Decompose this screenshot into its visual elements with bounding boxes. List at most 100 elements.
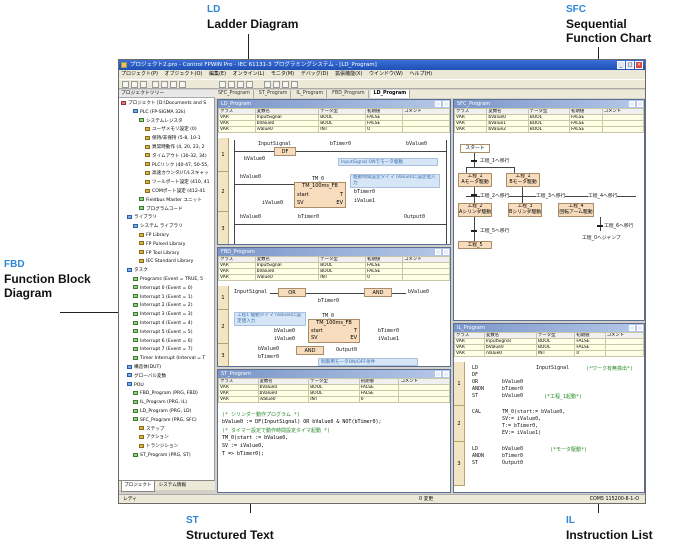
- sfc-step-5[interactable]: 工程_5: [458, 241, 492, 249]
- tree-item[interactable]: Interrupt 0 (Event = 0): [133, 285, 193, 292]
- tab-ld-program[interactable]: LD_Program: [370, 90, 411, 98]
- maximize-icon[interactable]: □: [626, 61, 634, 69]
- menu-edit[interactable]: 編集(E): [209, 71, 226, 77]
- save-icon[interactable]: [140, 81, 147, 88]
- ld-editor-body[interactable]: 1 2 3 InputSignal DF bValue0 bTimer0 bVa…: [218, 138, 450, 244]
- df-function-block[interactable]: DF: [274, 147, 296, 156]
- minimize-icon[interactable]: _: [617, 61, 625, 69]
- timer-function-block[interactable]: TM_100ms_FB start T SV EV: [308, 319, 360, 343]
- tree-item[interactable]: Interrupt 4 (Event = 4): [133, 320, 193, 327]
- tree-item[interactable]: Interrupt 1 (Event = 1): [133, 294, 193, 301]
- tree-item[interactable]: Interrupt 7 (Event = 7): [133, 346, 193, 353]
- sfc-step-1b[interactable]: 工程_1 Bモータ駆動: [506, 173, 540, 187]
- tree-item[interactable]: IL_Program (PRG, IL): [133, 399, 187, 406]
- fbd-window[interactable]: FBD_Program クラス 変数名 データ型 初期値 コメント VAR InputSi…: [217, 247, 451, 367]
- tree-item[interactable]: ツールポート設定 (410, 41: [145, 179, 210, 186]
- tree-item[interactable]: システム ライブラリ: [133, 223, 183, 230]
- sfc-step-2[interactable]: 工程_2 Aシリンダ駆動: [458, 203, 492, 217]
- st-editor-body[interactable]: (* シリンダー動作プログラム *) bValue0 := DF(InputSi…: [218, 408, 450, 492]
- print-icon[interactable]: [152, 81, 159, 88]
- tree-item[interactable]: システムレジスタ: [139, 118, 183, 125]
- zoom-icon[interactable]: [264, 81, 271, 88]
- st-window-title[interactable]: ST_Program: [218, 370, 450, 378]
- tree-item[interactable]: FP Pulsed Library: [139, 241, 185, 248]
- close-icon[interactable]: [443, 101, 449, 107]
- menu-object[interactable]: オブジェクト(O): [165, 71, 203, 77]
- fbd-editor-body[interactable]: 1 2 3 InputSignal OR bTimer0 AND bValue0…: [218, 286, 450, 366]
- sfc-editor-body[interactable]: スタート 工程_1へ移行 工程_1 Aモータ駆動 工程_1 Bモータ駆動 工程_2へ…: [454, 138, 644, 320]
- il-editor-body[interactable]: 1 2 3 LD DF OR ANDN ST InputSignal (*ワーク…: [454, 362, 644, 492]
- paste-icon[interactable]: [179, 81, 186, 88]
- tree-item[interactable]: ユーザメモリ設定 (0): [145, 126, 197, 133]
- sfc-jump[interactable]: 工程_0へジャンプ: [582, 234, 621, 241]
- minimize-icon[interactable]: [435, 371, 441, 377]
- sfc-step-3[interactable]: 工程_3 Bシリンダ駆動: [508, 203, 542, 217]
- tree-item[interactable]: 保持/非保持 (5-8, 10-1: [145, 135, 201, 142]
- close-icon[interactable]: [637, 325, 643, 331]
- close-icon[interactable]: [443, 249, 449, 255]
- grid-icon[interactable]: [282, 81, 289, 88]
- menu-project[interactable]: プロジェクト(P): [121, 71, 158, 77]
- st-variable-table[interactable]: クラス 変数名 データ型 初期値 コメント VAR bValue0 BOOL FALSE VA…: [218, 378, 450, 403]
- tree-tab-project[interactable]: プロジェクト: [121, 481, 155, 492]
- sfc-window-title[interactable]: SFC_Program: [454, 100, 644, 108]
- fbd-variable-table[interactable]: クラス 変数名 データ型 初期値 コメント VAR InputSignal BOOL FALS…: [218, 256, 450, 281]
- tab-st-program[interactable]: ST_Program: [256, 90, 292, 98]
- help-icon[interactable]: [291, 81, 298, 88]
- sfc-step-1a[interactable]: 工程_1 Aモータ駆動: [458, 173, 492, 187]
- tree-item[interactable]: 構造体(DUT): [127, 364, 161, 371]
- open-icon[interactable]: [131, 81, 138, 88]
- fbd-window-title[interactable]: FBD_Program: [218, 248, 450, 256]
- il-variable-table[interactable]: クラス 変数名 データ型 初期値 コメント VAR InputSignal BOOL FALS…: [454, 332, 644, 357]
- sfc-initial-step[interactable]: スタート: [460, 144, 490, 153]
- tree-item[interactable]: アクション: [139, 434, 169, 441]
- il-window-title[interactable]: IL_Program: [454, 324, 644, 332]
- title-bar[interactable]: プロジェクト2.pro - Control FPWIN Pro - IEC 61…: [119, 60, 645, 70]
- download-icon[interactable]: [228, 81, 235, 88]
- tab-sfc-program[interactable]: SFC_Program: [215, 90, 254, 98]
- menu-window[interactable]: ウインドウ(W): [369, 71, 403, 77]
- tree-item[interactable]: PLC (FP-SIGMA 32k): [133, 109, 185, 116]
- tree-item[interactable]: 高速カウンタ/パルスキャッ: [145, 170, 209, 177]
- minimize-icon[interactable]: [435, 249, 441, 255]
- minimize-icon[interactable]: [629, 325, 635, 331]
- tree-item[interactable]: Interrupt 2 (Event = 2): [133, 302, 193, 309]
- tree-item[interactable]: FBD_Program (PRG, FBD): [133, 390, 198, 397]
- tree-item[interactable]: COMポート設定 (412-41: [145, 188, 205, 195]
- tree-tab-system[interactable]: システム情報: [157, 481, 188, 491]
- compile-icon[interactable]: [219, 81, 226, 88]
- ld-variable-table[interactable]: クラス 変数名 データ型 初期値 コメント VAR InputSignal BOOL FALS…: [218, 108, 450, 133]
- monitor-icon[interactable]: [237, 81, 244, 88]
- run-icon[interactable]: [246, 81, 253, 88]
- tree-item[interactable]: グローバル変数: [127, 373, 166, 380]
- tree-item[interactable]: 異常時動作 (4, 20, 23, 2: [145, 144, 205, 151]
- tree-item[interactable]: プロジェクト [D:\Documents and S: [121, 100, 206, 107]
- close-icon[interactable]: [443, 371, 449, 377]
- tree-item[interactable]: タイムアウト (30-32, 34): [145, 153, 207, 160]
- menu-online[interactable]: オンライン(L): [233, 71, 265, 77]
- tree-item[interactable]: FP Tool Library: [139, 250, 179, 257]
- tree-item[interactable]: LD_Program (PRG, LD): [133, 408, 191, 415]
- tree-item[interactable]: Fieldbus Master ユニット: [139, 197, 202, 204]
- tree-item[interactable]: FP Library: [139, 232, 169, 239]
- ld-window-title[interactable]: LD_Program: [218, 100, 450, 108]
- tree-item[interactable]: Interrupt 3 (Event = 3): [133, 311, 193, 318]
- menu-extensions[interactable]: 拡張機能(X): [335, 71, 362, 77]
- new-icon[interactable]: [122, 81, 129, 88]
- sfc-variable-table[interactable]: クラス 変数名 データ型 初期値 コメント VAR bValue0 BOOL FALSE VA…: [454, 108, 644, 133]
- tree-item[interactable]: Timer Interrupt (Interval = T: [133, 355, 205, 362]
- sfc-step-4[interactable]: 工程_4 回転アーム駆動: [558, 203, 594, 217]
- st-window[interactable]: ST_Program クラス 変数名 データ型 初期値 コメント VAR bValue0 B…: [217, 369, 451, 493]
- menu-debug[interactable]: デバッグ(D): [301, 71, 329, 77]
- tab-il-program[interactable]: IL_Program: [293, 90, 328, 98]
- tab-fbd-program[interactable]: FBD_Program: [329, 90, 369, 98]
- tree-item[interactable]: ステップ: [139, 426, 164, 433]
- menu-help[interactable]: ヘルプ(H): [409, 71, 432, 77]
- tree-item[interactable]: SFC_Program (PRG, SFC): [133, 417, 197, 424]
- tree-item[interactable]: プログラムコード: [139, 206, 183, 213]
- copy-icon[interactable]: [170, 81, 177, 88]
- minimize-icon[interactable]: [629, 101, 635, 107]
- tree-item[interactable]: IEC Standard Library: [139, 258, 193, 265]
- tree-item[interactable]: Interrupt 5 (Event = 5): [133, 329, 193, 336]
- timer-function-block[interactable]: TM_100ms_FB start T SV EV: [294, 182, 346, 208]
